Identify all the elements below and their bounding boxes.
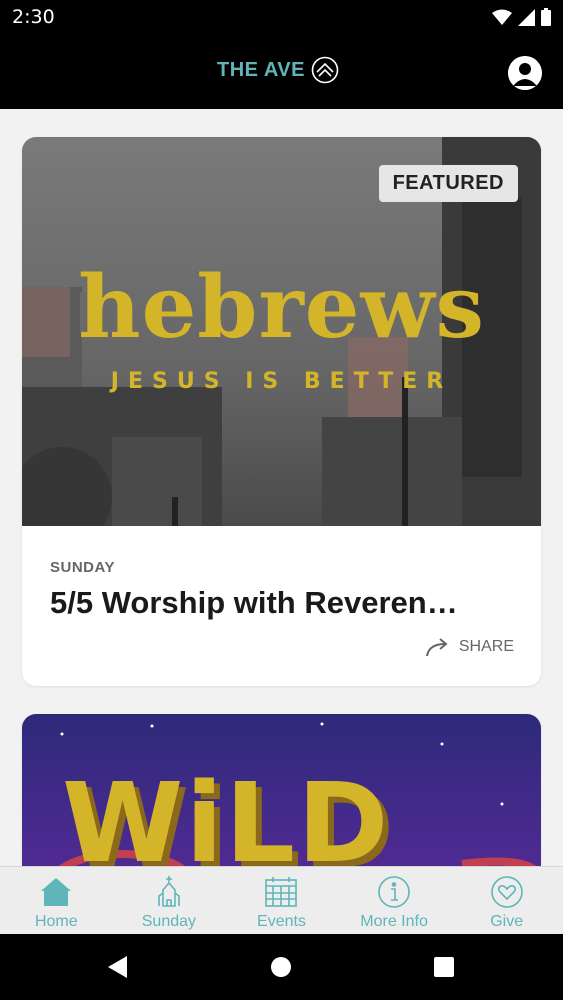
share-arrow-icon — [425, 638, 448, 657]
featured-card[interactable]: FEATURED hebrews JESUS IS BETTER SUNDAY … — [22, 137, 541, 686]
card-title-art: WiLD — [62, 759, 391, 866]
system-nav-bar — [0, 934, 563, 1000]
share-button[interactable]: SHARE — [425, 637, 514, 657]
bottom-tab-bar: Home Sunday Events More Info Give — [0, 866, 563, 934]
battery-icon — [541, 8, 551, 26]
app-logo: THE AVE — [217, 56, 339, 84]
signal-icon — [518, 8, 535, 26]
church-icon — [158, 876, 180, 907]
home-icon — [41, 878, 72, 906]
wifi-icon — [492, 9, 512, 25]
app-header: THE AVE — [0, 34, 563, 109]
tab-sunday[interactable]: Sunday — [113, 867, 226, 934]
logo-mark-icon — [311, 56, 339, 84]
tab-label: Home — [34, 913, 78, 930]
profile-button[interactable] — [508, 56, 542, 90]
tab-label: More Info — [360, 913, 428, 930]
tab-label: Give — [490, 913, 524, 930]
series-title-art: hebrews — [78, 257, 485, 358]
logo-text: THE AVE — [217, 58, 305, 81]
tab-events[interactable]: Events — [225, 867, 338, 934]
calendar-icon — [265, 877, 298, 907]
back-icon[interactable] — [107, 955, 129, 979]
recents-icon[interactable] — [434, 957, 454, 977]
tab-more-info[interactable]: More Info — [338, 867, 451, 934]
home-circle-icon[interactable] — [271, 957, 291, 977]
user-avatar-icon — [508, 56, 542, 90]
status-icons — [492, 8, 551, 26]
tab-label: Sunday — [141, 913, 197, 930]
status-bar: 2:30 — [0, 0, 563, 34]
featured-badge: FEATURED — [378, 165, 518, 202]
tab-label: Events — [257, 913, 306, 930]
series-subtitle-art: JESUS IS BETTER — [110, 369, 453, 394]
content-card[interactable]: WiLD — [22, 714, 541, 866]
tab-home[interactable]: Home — [0, 867, 113, 934]
content-feed[interactable]: FEATURED hebrews JESUS IS BETTER SUNDAY … — [0, 109, 563, 866]
status-time: 2:30 — [12, 6, 55, 28]
info-icon — [378, 876, 410, 908]
tab-give[interactable]: Give — [450, 867, 563, 934]
card-category: SUNDAY — [50, 559, 115, 576]
heart-icon — [490, 876, 523, 908]
share-label: SHARE — [458, 638, 514, 655]
card-title[interactable]: 5/5 Worship with Reveren… — [50, 585, 520, 621]
